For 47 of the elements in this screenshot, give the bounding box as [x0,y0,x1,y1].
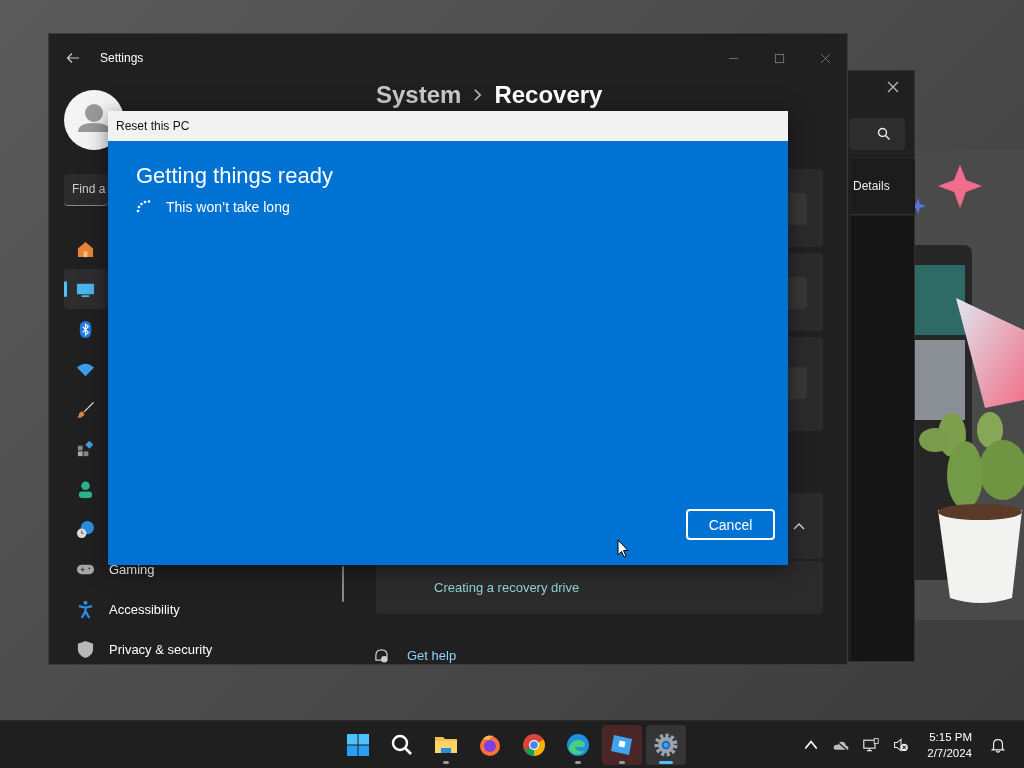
clock-time: 5:15 PM [929,729,972,745]
taskbar-app[interactable] [602,724,642,765]
speaker-muted-icon[interactable] [893,736,910,753]
home-icon [76,239,95,259]
scrollbar[interactable] [342,566,344,602]
spinner-icon [136,199,152,215]
dialog-heading: Getting things ready [136,163,334,189]
chevron-up-icon[interactable] [793,522,805,530]
window-title: Settings [100,51,144,65]
search-icon [390,732,414,757]
accessibility-icon [76,599,95,619]
gear-icon [654,732,678,757]
chrome-browser-icon [522,732,546,757]
apps-icon [76,439,95,459]
taskbar-app[interactable] [646,724,686,765]
page-title: Recovery [494,81,603,109]
network-icon[interactable] [863,736,880,753]
sidebar-item[interactable] [64,269,108,309]
chevron-icon [473,88,483,102]
breadcrumb-link[interactable]: System [376,81,462,109]
link[interactable]: Creating a recovery drive [434,580,580,595]
close-icon[interactable] [887,81,899,93]
bell-icon[interactable] [990,736,1006,753]
shield-icon [76,639,95,659]
status-text: This won’t take long [166,199,290,215]
cancel-button[interactable]: Cancel [686,509,775,540]
search-field[interactable] [849,118,905,150]
back-arrow-icon[interactable] [66,52,80,64]
dialog-title: Reset this PC [116,119,190,133]
globe-clock-icon [76,519,95,539]
search-field[interactable]: Find a [64,174,108,206]
search-icon[interactable] [877,127,891,141]
fox-browser-icon [478,732,502,757]
mouse-cursor-icon [617,539,629,558]
help-icon [374,648,389,663]
clock-date: 2/7/2024 [927,745,972,761]
brush-icon [76,399,95,419]
person-icon [76,479,95,499]
sidebar-item[interactable]: Privacy & security [64,629,334,664]
maximize-icon[interactable] [774,52,785,64]
wave-browser-icon [566,732,590,757]
sidebar-item[interactable]: Gaming [64,549,334,589]
windows-logo-icon [346,732,370,757]
sidebar-item[interactable]: Accessibility [64,589,334,629]
help-link[interactable]: Get help [407,648,457,663]
clock[interactable]: 5:15 PM 2/7/2024 [923,728,976,761]
tab[interactable]: Details [851,159,915,215]
